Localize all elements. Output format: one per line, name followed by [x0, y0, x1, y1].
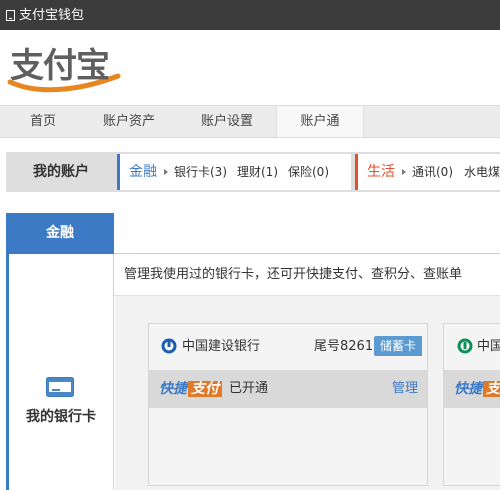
life-group: 生活 通讯(0) 水电煤 [355, 154, 500, 190]
window-title: 支付宝钱包 [19, 8, 85, 23]
alipay-logo[interactable]: 支付宝 [6, 46, 124, 93]
card-tail-number: 尾号8261 [314, 339, 374, 354]
card-type-badge: 储蓄卡 [374, 336, 423, 356]
utilities-link[interactable]: 水电煤 [464, 154, 500, 190]
bank-name: 中国 [477, 339, 500, 354]
section-description: 管理我使用过的银行卡，还可开快捷支付、查积分、查账单 [124, 267, 463, 282]
bank-card-icon [46, 377, 74, 397]
wealth-link[interactable]: 理财(1) [237, 154, 278, 190]
logo-text: 支付宝 [10, 46, 110, 86]
nav-home[interactable]: 首页 [10, 106, 76, 137]
arrow-right-icon [164, 169, 168, 175]
nav-account-link[interactable]: 账户通 [276, 106, 364, 137]
quick-pay-row: 快捷 支付 已开通 管理 [149, 370, 427, 408]
bank-logo-icon [457, 338, 473, 354]
sidebar-panel: 我的银行卡 [6, 254, 114, 490]
finance-group: 金融 银行卡(3) 理财(1) 保险(0) [117, 154, 351, 190]
life-label[interactable]: 生活 [367, 154, 395, 190]
my-account-label: 我的账户 [33, 164, 89, 180]
nav-account-assets[interactable]: 账户资产 [90, 106, 168, 137]
quick-pay-row: 快捷支 [444, 370, 500, 408]
card-header: 中国 [444, 324, 500, 370]
app-window-icon [6, 10, 15, 21]
nav-account-settings[interactable]: 账户设置 [188, 106, 266, 137]
ccb-logo-icon [161, 338, 177, 354]
insurance-link[interactable]: 保险(0) [288, 154, 329, 190]
main-nav: 首页 账户资产 账户设置 账户通 [0, 105, 500, 138]
bank-name: 中国建设银行 [182, 339, 261, 354]
card-header: 中国建设银行 尾号8261 储蓄卡 [149, 324, 427, 370]
sidebar-finance-tab[interactable]: 金融 [6, 213, 114, 254]
bank-card: 中国 快捷支 [443, 323, 500, 486]
telecom-link[interactable]: 通讯(0) [412, 154, 453, 190]
bank-card: 中国建设银行 尾号8261 储蓄卡 快捷 支付 已开通 管理 [148, 323, 428, 486]
header: 支付宝 [0, 30, 500, 105]
my-account-bar: 我的账户 金融 银行卡(3) 理财(1) 保险(0) 生活 通讯(0) 水电煤 [6, 152, 500, 192]
quick-pay-status: 已开通 [229, 381, 269, 396]
finance-label[interactable]: 金融 [129, 154, 157, 190]
arrow-right-icon [402, 169, 406, 175]
bank-cards-link[interactable]: 银行卡(3) [174, 154, 227, 190]
manage-link[interactable]: 管理 [392, 370, 418, 408]
quick-pay-logo: 快捷支 [454, 379, 500, 399]
my-bank-cards-label[interactable]: 我的银行卡 [9, 406, 113, 426]
quick-pay-logo: 快捷 支付 [159, 379, 222, 399]
window-titlebar: 支付宝钱包 [0, 0, 500, 30]
